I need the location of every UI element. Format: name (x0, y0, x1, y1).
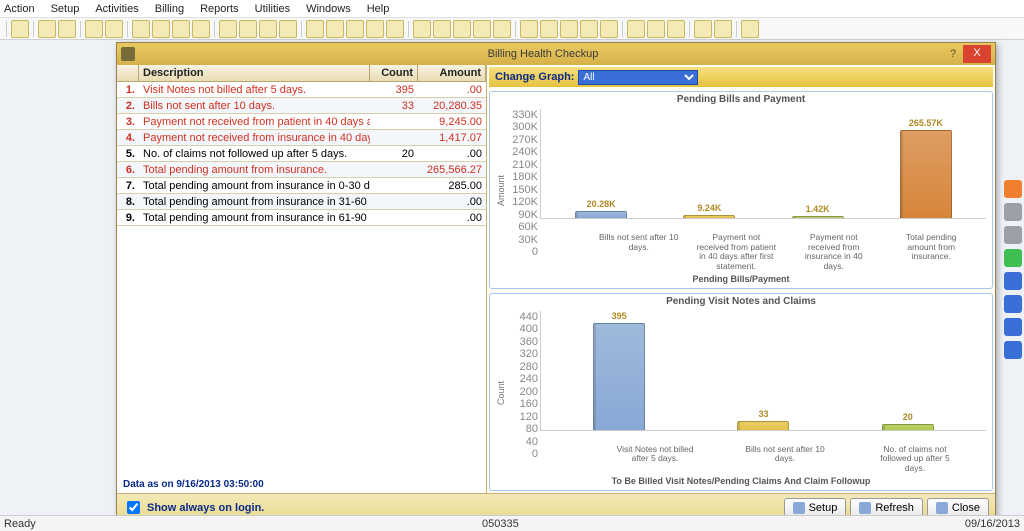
chart-subtitle: Pending Bills/Payment (490, 272, 992, 288)
status-mid: 050335 (482, 518, 519, 530)
sidebar-icon[interactable] (1004, 272, 1022, 290)
table-row[interactable]: 1. Visit Notes not billed after 5 days. … (117, 82, 486, 98)
toolbar-button[interactable] (152, 20, 170, 38)
menubar: Action Setup Activities Billing Reports Utili… (0, 0, 1024, 18)
dialog-left-pane: Description Count Amount 1. Visit Notes … (117, 65, 487, 493)
table-row[interactable]: 2. Bills not sent after 10 days. 33 20,2… (117, 98, 486, 114)
chart-subtitle: To Be Billed Visit Notes/Pending Claims … (490, 474, 992, 490)
table-row[interactable]: 8. Total pending amount from insurance i… (117, 194, 486, 210)
menu-reports[interactable]: Reports (200, 3, 239, 15)
toolbar-button[interactable] (192, 20, 210, 38)
toolbar-button[interactable] (694, 20, 712, 38)
sidebar-icon[interactable] (1004, 203, 1022, 221)
sidebar-icon[interactable] (1004, 295, 1022, 313)
close-button[interactable]: X (963, 45, 991, 63)
col-header-count: Count (370, 65, 418, 81)
menu-windows[interactable]: Windows (306, 3, 351, 15)
toolbar-button[interactable] (105, 20, 123, 38)
chart-bar: 33 (737, 421, 789, 430)
status-right: 09/16/2013 (965, 518, 1020, 530)
checkup-grid: Description Count Amount 1. Visit Notes … (117, 65, 486, 226)
chart-bar: 9.24K (683, 215, 735, 218)
help-button[interactable]: ? (943, 48, 963, 60)
chart-bar: 395 (593, 323, 645, 430)
toolbar-button[interactable] (473, 20, 491, 38)
toolbar-button[interactable] (132, 20, 150, 38)
billing-health-dialog: Billing Health Checkup ? X Description C… (116, 42, 996, 522)
change-graph-select[interactable]: All (578, 70, 698, 85)
change-graph-bar: Change Graph: All (489, 67, 993, 87)
toolbar-button[interactable] (647, 20, 665, 38)
toolbar-button[interactable] (413, 20, 431, 38)
toolbar-button[interactable] (667, 20, 685, 38)
sidebar-icon[interactable] (1004, 341, 1022, 359)
sidebar-icon[interactable] (1004, 180, 1022, 198)
toolbar-button[interactable] (520, 20, 538, 38)
toolbar-button[interactable] (580, 20, 598, 38)
toolbar-button[interactable] (239, 20, 257, 38)
menu-help[interactable]: Help (367, 3, 390, 15)
table-row[interactable]: 3. Payment not received from patient in … (117, 114, 486, 130)
toolbar-button[interactable] (346, 20, 364, 38)
table-row[interactable]: 9. Total pending amount from insurance i… (117, 210, 486, 226)
toolbar-button[interactable] (386, 20, 404, 38)
toolbar-button[interactable] (366, 20, 384, 38)
toolbar-button[interactable] (627, 20, 645, 38)
chart-pending-visits: Pending Visit Notes and Claims Count4404… (489, 293, 993, 491)
chart-bar: 265.57K (900, 130, 952, 218)
menu-billing[interactable]: Billing (155, 3, 184, 15)
sidebar-icon[interactable] (1004, 226, 1022, 244)
data-as-of: Data as on 9/16/2013 03:50:00 (117, 476, 486, 493)
col-header-desc: Description (139, 65, 370, 81)
toolbar-button[interactable] (540, 20, 558, 38)
toolbar-button[interactable] (600, 20, 618, 38)
toolbar-button[interactable] (38, 20, 56, 38)
toolbar-button[interactable] (58, 20, 76, 38)
toolbar-button[interactable] (306, 20, 324, 38)
refresh-icon (859, 502, 871, 514)
chart-bar: 20 (882, 424, 934, 429)
toolbar-button[interactable] (172, 20, 190, 38)
change-graph-label: Change Graph: (495, 71, 574, 83)
dialog-titlebar: Billing Health Checkup ? X (117, 43, 995, 65)
status-left: Ready (4, 518, 36, 530)
toolbar-button[interactable] (85, 20, 103, 38)
toolbar-button[interactable] (259, 20, 277, 38)
show-always-input[interactable] (127, 501, 140, 514)
col-header-amount: Amount (418, 65, 486, 81)
right-sidebar (1002, 180, 1024, 359)
table-row[interactable]: 7. Total pending amount from insurance i… (117, 178, 486, 194)
menu-utilities[interactable]: Utilities (255, 3, 290, 15)
menu-setup[interactable]: Setup (51, 3, 80, 15)
chart-bar: 20.28K (575, 211, 627, 218)
dialog-icon (121, 47, 135, 61)
chart-title: Pending Visit Notes and Claims (490, 294, 992, 309)
status-bar: Ready 050335 09/16/2013 (0, 515, 1024, 531)
toolbar-button[interactable] (741, 20, 759, 38)
dialog-title: Billing Health Checkup (143, 48, 943, 60)
chart-title: Pending Bills and Payment (490, 92, 992, 107)
table-row[interactable]: 6. Total pending amount from insurance. … (117, 162, 486, 178)
dialog-right-pane: Change Graph: All Pending Bills and Paym… (487, 65, 995, 493)
toolbar-button[interactable] (219, 20, 237, 38)
toolbar-button[interactable] (453, 20, 471, 38)
sidebar-icon[interactable] (1004, 318, 1022, 336)
table-row[interactable]: 5. No. of claims not followed up after 5… (117, 146, 486, 162)
toolbar-button[interactable] (493, 20, 511, 38)
chart-pending-bills: Pending Bills and Payment Amount330K300K… (489, 91, 993, 289)
toolbar-button[interactable] (11, 20, 29, 38)
sidebar-icon[interactable] (1004, 249, 1022, 267)
toolbar-button[interactable] (714, 20, 732, 38)
toolbar-button[interactable] (326, 20, 344, 38)
main-toolbar (0, 18, 1024, 40)
gear-icon (793, 502, 805, 514)
table-row[interactable]: 4. Payment not received from insurance i… (117, 130, 486, 146)
toolbar-button[interactable] (279, 20, 297, 38)
menu-activities[interactable]: Activities (95, 3, 138, 15)
toolbar-button[interactable] (560, 20, 578, 38)
chart-bar: 1.42K (792, 216, 844, 218)
close-icon (936, 502, 948, 514)
menu-action[interactable]: Action (4, 3, 35, 15)
toolbar-button[interactable] (433, 20, 451, 38)
